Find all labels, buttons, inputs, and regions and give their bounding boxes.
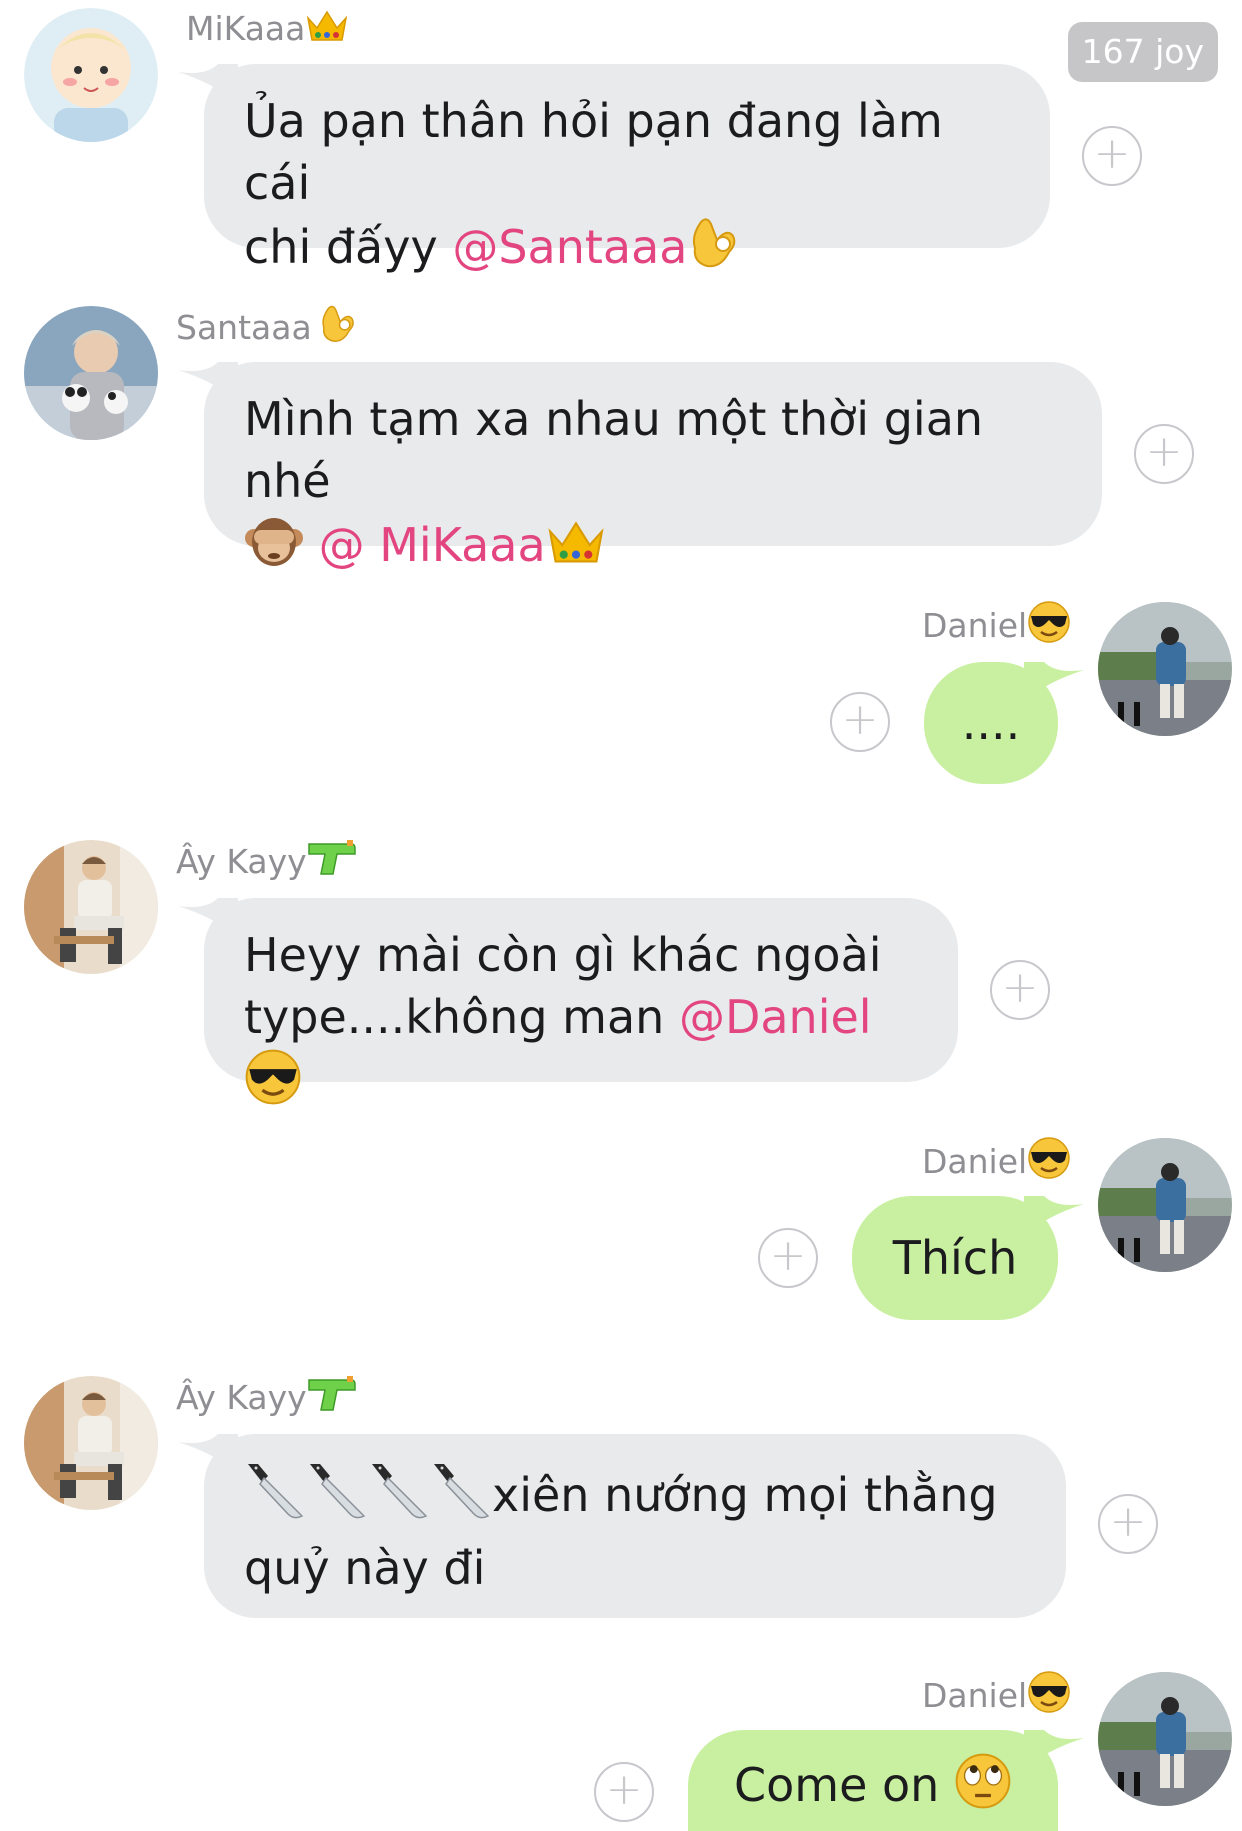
sunglasses-face-icon (1027, 1670, 1071, 1725)
sunglasses-face-icon (244, 1048, 302, 1121)
message-bubble-outgoing[interactable]: Thích (852, 1196, 1084, 1320)
avatar-santaaa[interactable] (24, 306, 158, 440)
sender-name: Ây Kayy (176, 1374, 357, 1418)
mention-link[interactable]: @ MiKaaa (319, 518, 546, 572)
sender-name: MiKaaa (186, 6, 349, 50)
sender-name-text: Ây Kayy (176, 1378, 307, 1417)
knife-icon (430, 1460, 492, 1537)
message-text: Come on (734, 1758, 940, 1812)
sunglasses-face-icon (1027, 1136, 1071, 1191)
ok-hand-icon (318, 302, 358, 357)
bubble-tail (1024, 662, 1084, 702)
water-pistol-icon (307, 838, 357, 889)
message-text: type....không man (244, 990, 679, 1044)
see-no-evil-monkey-icon (244, 512, 304, 585)
knife-icon (368, 1460, 430, 1537)
crown-icon (546, 515, 606, 582)
bubble-tail (1024, 1196, 1084, 1236)
avatar-ay-kayy[interactable] (24, 840, 158, 974)
message-text-line: Mình tạm xa nhau một thời gian nhé (244, 392, 984, 508)
chat-thread: 167 joy MiKaaa Ủa pạn thân hỏi pạn đang … (0, 0, 1242, 1831)
avatar-ay-kayy[interactable] (24, 1376, 158, 1510)
bubble-tail (1024, 1730, 1084, 1770)
joy-counter-badge: 167 joy (1067, 22, 1218, 82)
add-reaction-button[interactable]: + (758, 1228, 818, 1288)
sender-name-text: Daniel (922, 1676, 1028, 1715)
add-reaction-button[interactable]: + (830, 692, 890, 752)
message-bubble-outgoing[interactable]: .... (924, 662, 1084, 784)
message-text: xiên nướng mọi thằng (492, 1468, 998, 1522)
avatar-daniel[interactable] (1098, 602, 1232, 736)
message-bubble[interactable]: Ủa pạn thân hỏi pạn đang làm cái chi đấy… (178, 64, 1050, 274)
sender-name: Ây Kayy (176, 838, 357, 882)
message-bubble[interactable]: Mình tạm xa nhau một thời gian nhé @ MiK… (178, 362, 1102, 572)
avatar-mikaaa[interactable] (24, 8, 158, 142)
avatar-daniel[interactable] (1098, 1138, 1232, 1272)
sender-name: Daniel (922, 600, 1071, 645)
knife-icon (244, 1460, 306, 1537)
message-text-line: quỷ này đi (244, 1541, 486, 1595)
bubble-tail (178, 1434, 238, 1474)
crown-icon (305, 6, 349, 55)
message-text-line: chi đấyy @Santaaa (244, 214, 1010, 287)
sender-name-text: Santaaa (176, 308, 312, 347)
message-text: Thích (892, 1231, 1018, 1285)
sender-name: Daniel (922, 1136, 1071, 1181)
message-text-line: xiên nướng mọi thằng (244, 1460, 1026, 1537)
sender-name-text: Daniel (922, 1142, 1028, 1181)
bubble-tail (178, 898, 238, 938)
sender-name: Santaaa (176, 302, 358, 347)
add-reaction-button[interactable]: + (594, 1762, 654, 1822)
mention-link[interactable]: @Santaaa (452, 220, 687, 274)
message-bubble[interactable]: xiên nướng mọi thằng quỷ này đi (178, 1434, 1066, 1618)
ok-hand-icon (687, 214, 741, 287)
sender-name: Daniel (922, 1670, 1071, 1715)
message-text-line: Ủa pạn thân hỏi pạn đang làm cái (244, 94, 943, 210)
add-reaction-button[interactable]: + (1134, 424, 1194, 484)
message-bubble-outgoing[interactable]: Come on (688, 1730, 1084, 1831)
sender-name-text: Daniel (922, 606, 1028, 645)
message-text-line: @ MiKaaa (244, 512, 1062, 585)
bubble-tail (178, 362, 238, 402)
message-bubble[interactable]: Heyy mài còn gì khác ngoài type....không… (178, 898, 958, 1105)
rolling-eyes-face-icon (954, 1752, 1012, 1825)
message-text: chi đấyy (244, 220, 453, 274)
message-text: .... (961, 696, 1021, 750)
avatar-daniel[interactable] (1098, 1672, 1232, 1806)
knife-icon (306, 1460, 368, 1537)
message-text-line: type....không man @Daniel (244, 986, 918, 1121)
add-reaction-button[interactable]: + (990, 960, 1050, 1020)
bubble-tail (178, 64, 238, 104)
mention-link[interactable]: @Daniel (679, 990, 872, 1044)
message-text-line: Heyy mài còn gì khác ngoài (244, 928, 882, 982)
add-reaction-button[interactable]: + (1098, 1494, 1158, 1554)
add-reaction-button[interactable]: + (1082, 126, 1142, 186)
sender-name-text: Ây Kayy (176, 842, 307, 881)
sunglasses-face-icon (1027, 600, 1071, 655)
water-pistol-icon (307, 1374, 357, 1425)
sender-name-text: MiKaaa (186, 9, 306, 48)
